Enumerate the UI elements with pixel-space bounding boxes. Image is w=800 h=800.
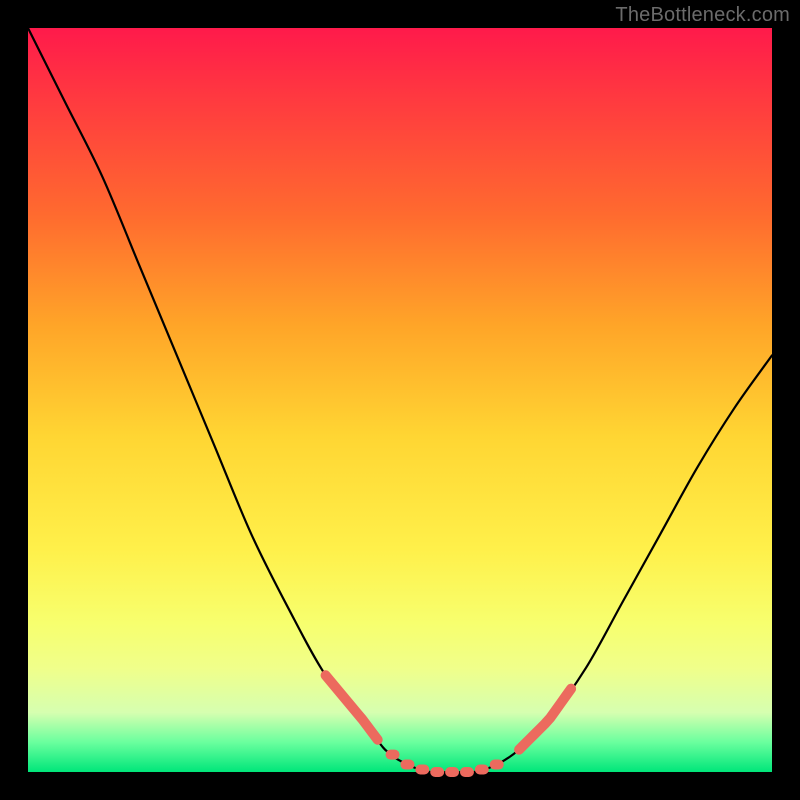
highlight-valley-dot	[490, 760, 504, 770]
highlight-valley-dot	[460, 767, 474, 777]
highlight-left-descent	[326, 675, 378, 739]
highlight-valley-dot	[400, 760, 414, 770]
highlight-overlay	[326, 675, 572, 777]
highlight-valley-dot	[415, 765, 429, 775]
highlight-valley-dot	[475, 765, 489, 775]
curve-svg	[28, 28, 772, 772]
highlight-valley-dot	[386, 750, 400, 760]
watermark-text: TheBottleneck.com	[615, 4, 790, 27]
bottleneck-curve	[28, 28, 772, 773]
highlight-valley-dot	[430, 767, 444, 777]
highlight-valley-dot	[445, 767, 459, 777]
plot-area	[28, 28, 772, 772]
highlight-right-ascent	[519, 689, 571, 750]
chart-frame: TheBottleneck.com	[0, 0, 800, 800]
